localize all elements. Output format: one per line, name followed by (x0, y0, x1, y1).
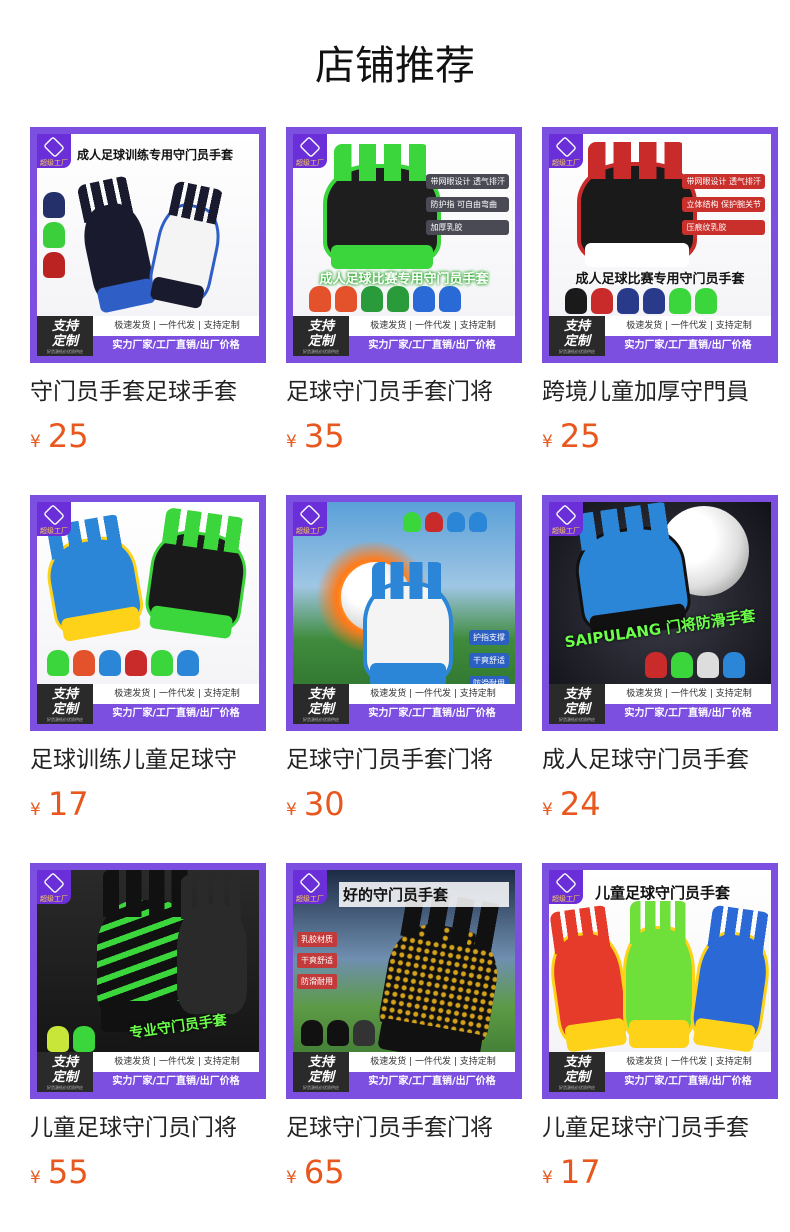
product-card[interactable]: 超级工厂 护指支撑 干爽舒适 防滑耐用 支持定制好货源低价优质供应 极速发货 |… (286, 495, 522, 826)
product-card[interactable]: 超级工厂 支持 定制 好货源低价优质供应 极速发货 | 一件代发 | 支持定制 实力… (30, 495, 266, 826)
promo-banner: 支持 定制 好货源低价优质供应 极速发货 | 一件代发 | 支持定制 实力厂家/工厂… (293, 316, 515, 356)
shop-logo-icon: 超级工厂 (549, 870, 583, 904)
shop-logo-icon: 超级工厂 (549, 134, 583, 168)
product-price: ¥35 (286, 417, 345, 455)
product-price: ¥17 (542, 1153, 601, 1191)
variant-thumbnails (301, 1020, 375, 1046)
product-image[interactable]: 超级工厂 儿童足球守门员手套 支持 定制 好货源低价优质供应 极速发货 | 一件代发… (542, 863, 778, 1099)
feature-tags: 乳胶材质 干爽舒适 防滑耐用 (297, 932, 337, 989)
image-slogan: 成人足球比赛专用守门员手套 (575, 272, 745, 287)
product-grid: 超级工厂 成人足球训练专用守门员手套 支持 定制 好货源低价优质供应 极速发货 | … (30, 127, 778, 1194)
glove-image (145, 180, 227, 310)
promo-banner: 支持 定制 好货源低价优质供应 极速发货 | 一件代发 | 支持定制 实力厂家/工厂… (37, 1052, 259, 1092)
variant-thumbnails (403, 512, 487, 532)
product-title[interactable]: 儿童足球守门员手套 (542, 1111, 778, 1145)
glove-image (177, 875, 247, 1014)
product-card[interactable]: 超级工厂 专业守门员手套 支持 定制 好货源低价优质供应 极速发货 | 一件代发 |… (30, 863, 266, 1194)
shop-logo-icon: 超级工厂 (37, 502, 71, 536)
image-headline: 好的守门员手套 (339, 882, 509, 907)
feature-tags: 带网眼设计 透气排汗 立体结构 保护腕关节 压痕纹乳胶 (682, 174, 765, 235)
product-image[interactable]: 超级工厂 SAIPULANG 门将防滑手套 支持 定制 好货源低价优质供应 极速发货… (542, 495, 778, 731)
product-title[interactable]: 成人足球守门员手套 (542, 743, 778, 777)
shop-logo-icon: 超级工厂 (37, 134, 71, 168)
glove-image (687, 904, 771, 1054)
image-headline: 成人足球训练专用守门员手套 (77, 148, 234, 162)
glove-image (142, 506, 252, 640)
variant-thumbnails (645, 652, 745, 678)
glove-image (41, 513, 147, 642)
glove-image (363, 562, 453, 688)
product-title[interactable]: 足球守门员手套门将 (286, 375, 522, 409)
shop-logo-icon: 超级工厂 (293, 134, 327, 168)
feature-tags: 带网眼设计 透气排汗 防护指 可自由弯曲 加厚乳胶 (426, 174, 509, 235)
product-card[interactable]: 超级工厂 成人足球训练专用守门员手套 支持 定制 好货源低价优质供应 极速发货 | … (30, 127, 266, 458)
promo-banner: 支持 定制 好货源低价优质供应 极速发货 | 一件代发 | 支持定制 实力厂家/工厂… (549, 684, 771, 724)
product-image[interactable]: 超级工厂 好的守门员手套 乳胶材质 干爽舒适 防滑耐用 支持 定制 好货源低价优质供… (286, 863, 522, 1099)
feature-tags: 护指支撑 干爽舒适 防滑耐用 (469, 630, 509, 691)
shop-logo-icon: 超级工厂 (293, 502, 327, 536)
product-card[interactable]: 超级工厂 带网眼设计 透气排汗 立体结构 保护腕关节 压痕纹乳胶 成人足球比赛专… (542, 127, 778, 458)
product-card[interactable]: 超级工厂 SAIPULANG 门将防滑手套 支持 定制 好货源低价优质供应 极速发货… (542, 495, 778, 826)
promo-banner: 支持 定制 好货源低价优质供应 极速发货 | 一件代发 | 支持定制 实力厂家/工厂… (293, 684, 515, 724)
product-price: ¥55 (30, 1153, 89, 1191)
page-title: 店铺推荐 (315, 43, 475, 89)
glove-image (623, 900, 695, 1048)
product-card[interactable]: 超级工厂 带网眼设计 透气排汗 防护指 可自由弯曲 加厚乳胶 成人足球比赛专用守… (286, 127, 522, 458)
glove-image (76, 175, 157, 313)
promo-banner: 支持 定制 好货源低价优质供应 极速发货 | 一件代发 | 支持定制 实力厂家/工厂… (549, 1052, 771, 1092)
product-title[interactable]: 足球守门员手套门将 (286, 1111, 522, 1145)
promo-banner: 支持 定制 好货源低价优质供应 极速发货 | 一件代发 | 支持定制 实力厂家/工厂… (37, 316, 259, 356)
product-title[interactable]: 足球守门员手套门将 (286, 743, 522, 777)
product-image[interactable]: 超级工厂 护指支撑 干爽舒适 防滑耐用 支持定制好货源低价优质供应 极速发货 |… (286, 495, 522, 731)
product-price: ¥24 (542, 785, 601, 823)
product-image[interactable]: 超级工厂 专业守门员手套 支持 定制 好货源低价优质供应 极速发货 | 一件代发 |… (30, 863, 266, 1099)
product-price: ¥25 (542, 417, 601, 455)
image-slogan: 成人足球比赛专用守门员手套 (319, 272, 489, 287)
variant-thumbnails (565, 288, 717, 314)
shop-logo-icon: 超级工厂 (37, 870, 71, 904)
variant-thumbnails (47, 1026, 95, 1052)
product-image[interactable]: 超级工厂 成人足球训练专用守门员手套 支持 定制 好货源低价优质供应 极速发货 | … (30, 127, 266, 363)
product-price: ¥30 (286, 785, 345, 823)
product-price: ¥25 (30, 417, 89, 455)
product-title[interactable]: 儿童足球守门员门将 (30, 1111, 266, 1145)
product-image[interactable]: 超级工厂 支持 定制 好货源低价优质供应 极速发货 | 一件代发 | 支持定制 实力… (30, 495, 266, 731)
product-card[interactable]: 超级工厂 好的守门员手套 乳胶材质 干爽舒适 防滑耐用 支持 定制 好货源低价优质供… (286, 863, 522, 1194)
product-title[interactable]: 守门员手套足球手套 (30, 375, 266, 409)
product-image[interactable]: 超级工厂 带网眼设计 透气排汗 防护指 可自由弯曲 加厚乳胶 成人足球比赛专用守… (286, 127, 522, 363)
promo-banner: 支持 定制 好货源低价优质供应 极速发货 | 一件代发 | 支持定制 实力厂家/工厂… (293, 1052, 515, 1092)
shop-logo-icon: 超级工厂 (549, 502, 583, 536)
product-price: ¥17 (30, 785, 89, 823)
product-title[interactable]: 足球训练儿童足球守 (30, 743, 266, 777)
image-headline: 儿童足球守门员手套 (595, 884, 731, 902)
glove-image (577, 142, 697, 268)
promo-banner: 支持 定制 好货源低价优质供应 极速发货 | 一件代发 | 支持定制 实力厂家/工厂… (37, 684, 259, 724)
promo-banner: 支持 定制 好货源低价优质供应 极速发货 | 一件代发 | 支持定制 实力厂家/工厂… (549, 316, 771, 356)
variant-thumbnails (309, 286, 461, 312)
variant-thumbnails (47, 650, 199, 676)
glove-image (375, 887, 505, 1066)
product-price: ¥65 (286, 1153, 345, 1191)
glove-image (323, 144, 441, 270)
product-card[interactable]: 超级工厂 儿童足球守门员手套 支持 定制 好货源低价优质供应 极速发货 | 一件代发… (542, 863, 778, 1194)
variant-thumbnails (43, 192, 65, 278)
product-image[interactable]: 超级工厂 带网眼设计 透气排汗 立体结构 保护腕关节 压痕纹乳胶 成人足球比赛专… (542, 127, 778, 363)
product-title[interactable]: 跨境儿童加厚守門員 (542, 375, 778, 409)
shop-logo-icon: 超级工厂 (293, 870, 327, 904)
glove-image (549, 904, 633, 1054)
